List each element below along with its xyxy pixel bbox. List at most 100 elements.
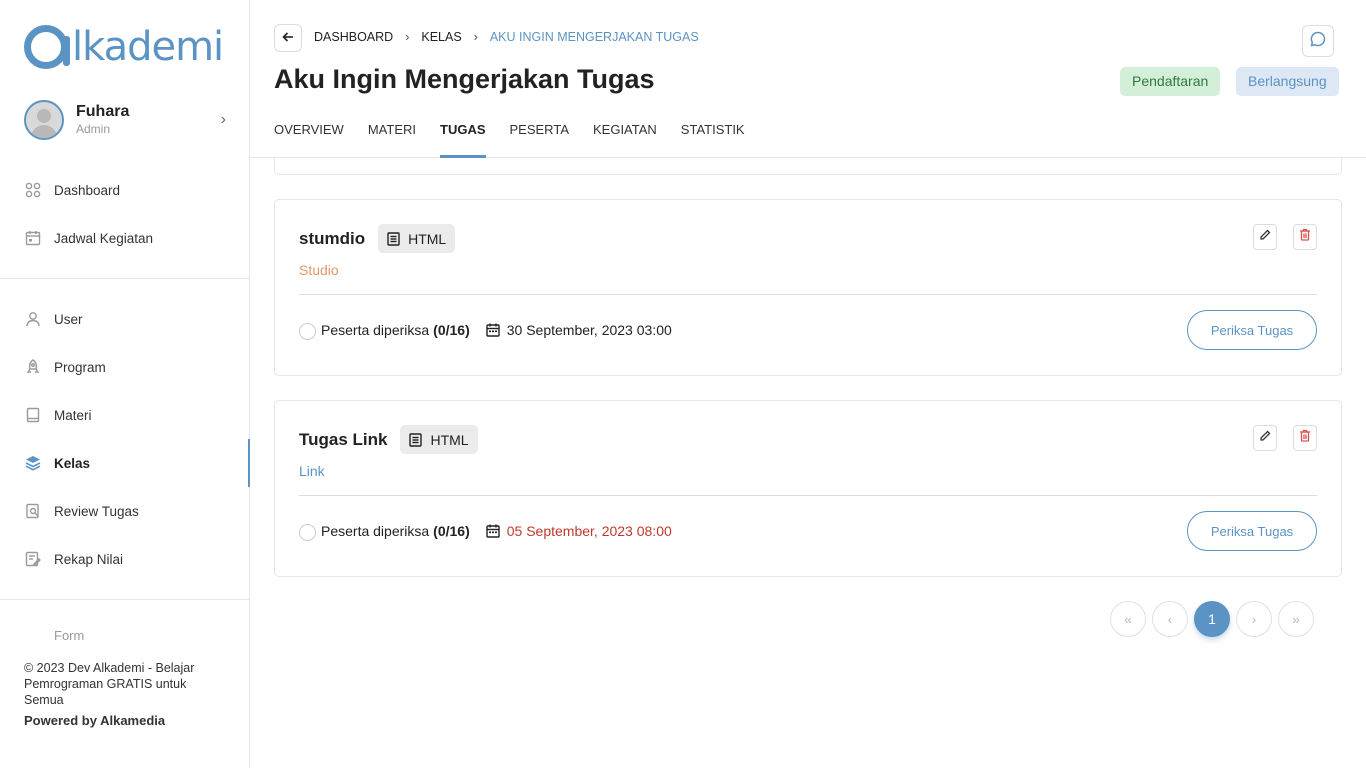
sidebar-footer: © 2023 Dev Alkademi - Belajar Pemrograma… (24, 660, 224, 729)
sidebar-item-label: Program (54, 359, 106, 375)
delete-button[interactable] (1293, 224, 1317, 250)
sidebar-item-program[interactable]: Program (0, 343, 250, 391)
sidebar-item-label: Materi (54, 407, 92, 423)
chevron-right-icon: › (405, 30, 410, 44)
breadcrumb-kelas[interactable]: KELAS (421, 30, 461, 44)
sidebar: lkademi Fuhara Admin › Dashboard Jadwal (0, 0, 251, 768)
check-task-button[interactable]: Periksa Tugas (1187, 310, 1317, 350)
page-title: Aku Ingin Mengerjakan Tugas (274, 64, 655, 94)
breadcrumb-current: AKU INGIN MENGERJAKAN TUGAS (489, 30, 699, 44)
sidebar-item-rekap-nilai[interactable]: Rekap Nilai (0, 535, 250, 583)
sidebar-item-jadwal-kegiatan[interactable]: Jadwal Kegiatan (0, 214, 250, 262)
sidebar-nav-admin: User Program Materi Kelas Review Tugas R… (0, 295, 251, 583)
task-type-chip: HTML (378, 224, 456, 253)
sidebar-item-review-tugas[interactable]: Review Tugas (0, 487, 250, 535)
back-button[interactable] (274, 24, 302, 52)
chat-button[interactable] (1302, 25, 1334, 57)
page-next-button[interactable]: › (1236, 601, 1272, 637)
task-card: stumdio HTML Studio Peserta diperiksa (0… (274, 199, 1342, 376)
layers-icon (24, 454, 42, 472)
sidebar-item-dashboard[interactable]: Dashboard (0, 166, 250, 214)
calendar-icon (486, 323, 500, 337)
tab-overview[interactable]: OVERVIEW (274, 118, 344, 158)
divider (299, 495, 1317, 496)
powered-by-text: Powered by Alkamedia (24, 713, 166, 728)
edit-button[interactable] (1253, 425, 1277, 451)
sidebar-item-label: User (54, 311, 83, 327)
tab-tugas[interactable]: TUGAS (440, 118, 486, 158)
divider (299, 294, 1317, 295)
checked-label: Peserta diperiksa (321, 523, 430, 539)
sidebar-item-user[interactable]: User (0, 295, 250, 343)
task-meta: Peserta diperiksa (0/16) 30 September, 2… (299, 320, 672, 340)
sidebar-item-label: Kelas (54, 455, 91, 471)
edit-button[interactable] (1253, 224, 1277, 250)
calendar-icon (24, 229, 42, 247)
divider (0, 278, 249, 279)
page-current-button[interactable]: 1 (1194, 601, 1230, 637)
sidebar-item-materi[interactable]: Materi (0, 391, 250, 439)
rocket-icon (24, 358, 42, 376)
sidebar-item-label: Form (54, 628, 85, 640)
arrow-left-icon (282, 30, 294, 46)
chat-bubble-icon (1310, 31, 1326, 52)
status-radio (299, 524, 316, 541)
sidebar-item-label: Dashboard (54, 182, 121, 198)
tab-peserta[interactable]: PESERTA (510, 118, 569, 158)
copyright-text: © 2023 Dev Alkademi - Belajar Pemrograma… (24, 661, 195, 707)
tab-bar: OVERVIEW MATERI TUGAS PESERTA KEGIATAN S… (274, 118, 769, 158)
main-content: DASHBOARD › KELAS › AKU INGIN MENGERJAKA… (250, 0, 1366, 768)
status-badge-ongoing: Berlangsung (1236, 67, 1339, 96)
document-icon (409, 432, 423, 447)
task-meta: Peserta diperiksa (0/16) 05 September, 2… (299, 521, 672, 541)
document-icon (387, 231, 400, 246)
pencil-icon (1259, 228, 1271, 246)
user-card[interactable]: Fuhara Admin › (24, 100, 226, 140)
task-title: stumdio (299, 228, 366, 248)
check-task-button[interactable]: Periksa Tugas (1187, 511, 1317, 551)
task-type-label: HTML (408, 230, 447, 247)
sidebar-nav-main: Dashboard Jadwal Kegiatan (0, 166, 250, 262)
pencil-icon (1259, 429, 1271, 447)
page-header: DASHBOARD › KELAS › AKU INGIN MENGERJAKA… (250, 0, 1366, 158)
sidebar-item-form[interactable]: Form (24, 628, 224, 640)
logo-mark-icon (24, 25, 70, 69)
tab-kegiatan[interactable]: KEGIATAN (593, 118, 657, 158)
logo-text: lkademi (72, 24, 224, 70)
task-deadline: 05 September, 2023 08:00 (506, 523, 672, 539)
page-last-button[interactable]: » (1278, 601, 1314, 637)
tab-materi[interactable]: MATERI (368, 118, 416, 158)
trash-icon (1299, 228, 1311, 246)
book-icon (24, 406, 42, 424)
sidebar-item-kelas[interactable]: Kelas (0, 439, 251, 487)
app: lkademi Fuhara Admin › Dashboard Jadwal (0, 0, 1366, 768)
task-type-label: HTML (430, 431, 469, 448)
user-icon (24, 310, 42, 328)
tab-statistik[interactable]: STATISTIK (681, 118, 745, 158)
chevron-right-icon: › (473, 30, 478, 44)
user-role: Admin (76, 122, 111, 136)
page-first-button[interactable]: « (1110, 601, 1146, 637)
delete-button[interactable] (1293, 425, 1317, 451)
chevron-right-icon: › (220, 111, 226, 128)
task-deadline: 30 September, 2023 03:00 (506, 322, 672, 338)
task-title: Tugas Link (299, 429, 388, 449)
grid-icon (24, 181, 42, 199)
breadcrumb-dashboard[interactable]: DASHBOARD (314, 30, 393, 44)
review-icon (24, 502, 42, 520)
pagination: « ‹ 1 › » (1110, 601, 1320, 637)
sidebar-item-label: Review Tugas (54, 503, 139, 519)
edit-note-icon (24, 550, 42, 568)
logo[interactable]: lkademi (24, 24, 224, 70)
task-subtitle: Studio (299, 262, 339, 278)
page-prev-button[interactable]: ‹ (1152, 601, 1188, 637)
divider (0, 599, 249, 600)
task-type-chip: HTML (400, 425, 478, 454)
status-radio (299, 323, 316, 340)
task-subtitle: Link (299, 463, 325, 479)
sidebar-item-label: Jadwal Kegiatan (54, 230, 154, 246)
sidebar-item-label: Rekap Nilai (54, 551, 124, 567)
status-badge-registration: Pendaftaran (1120, 67, 1221, 96)
checked-count: (0/16) (433, 322, 470, 338)
task-card: Tugas Link HTML Link Peserta diperiksa (… (274, 400, 1342, 577)
